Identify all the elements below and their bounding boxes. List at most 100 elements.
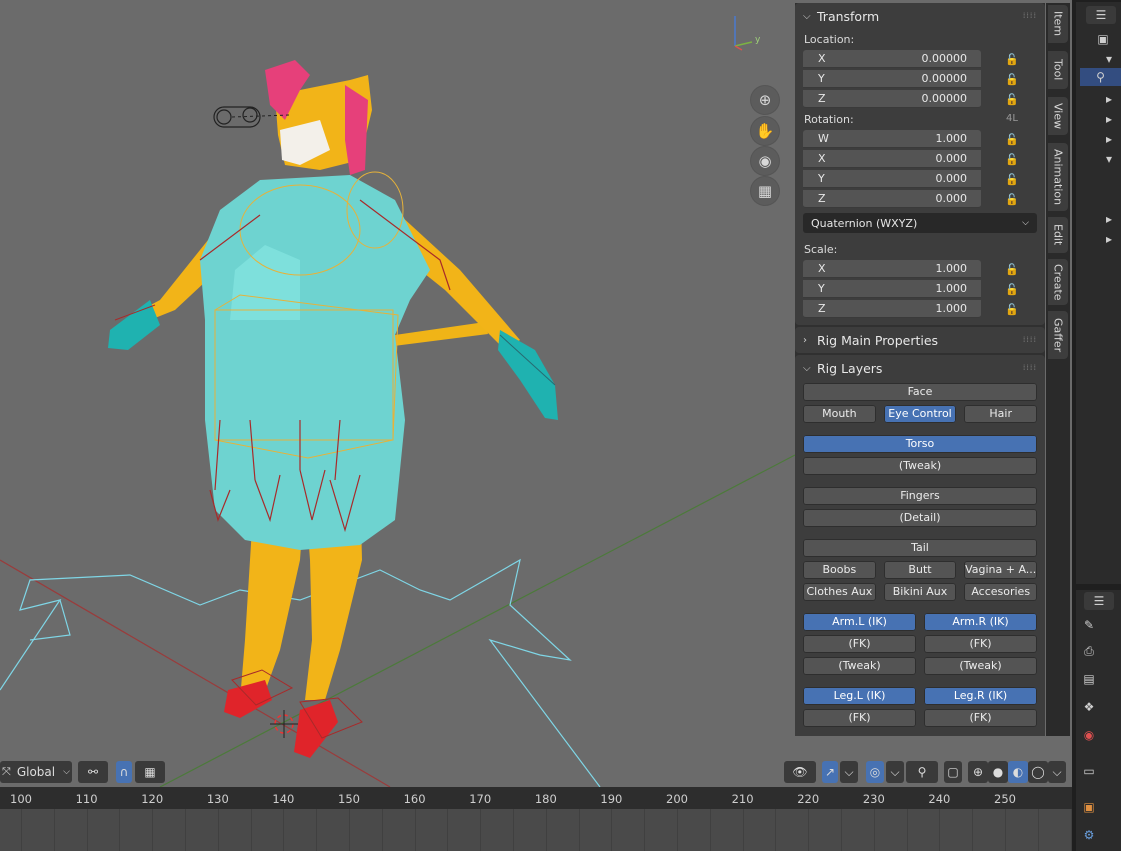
- lock-icon[interactable]: 🔓: [1005, 53, 1023, 66]
- layer-toggle-button[interactable]: Leg.R (IK): [924, 687, 1037, 705]
- rotation-x-field[interactable]: X 0.000: [803, 150, 981, 168]
- rendered-shading-icon[interactable]: ◯: [1028, 761, 1048, 783]
- scale-z-field[interactable]: Z 1.000: [803, 300, 981, 318]
- layer-toggle-button[interactable]: Face: [803, 383, 1037, 401]
- tab-gaffer[interactable]: Gaffer: [1048, 311, 1068, 359]
- layer-toggle-button[interactable]: (FK): [924, 709, 1037, 727]
- rotation-lock-badge[interactable]: 4L: [1006, 113, 1018, 124]
- gizmo-icon[interactable]: ↗: [822, 761, 838, 783]
- visibility-eye-icon[interactable]: 👁: [784, 761, 816, 783]
- wireframe-shading-icon[interactable]: ⊕: [968, 761, 988, 783]
- tab-view[interactable]: View: [1048, 97, 1068, 135]
- layer-toggle-button[interactable]: Eye Control: [883, 405, 957, 423]
- layer-toggle-button[interactable]: Fingers: [803, 487, 1037, 505]
- scale-x-field[interactable]: X 1.000: [803, 260, 981, 278]
- armature-row-icon[interactable]: ⚲: [1080, 68, 1121, 86]
- layer-toggle-button[interactable]: Arm.R (IK): [924, 613, 1037, 631]
- location-z-field[interactable]: Z 0.00000: [803, 90, 981, 108]
- expand-arrow-icon[interactable]: ▸: [1100, 230, 1118, 248]
- layer-toggle-button[interactable]: Vagina + A...: [964, 561, 1038, 579]
- lock-icon[interactable]: 🔓: [1005, 93, 1023, 106]
- rotation-z-field[interactable]: Z 0.000: [803, 190, 981, 208]
- zoom-icon[interactable]: ⊕: [751, 86, 779, 114]
- editor-type-icon[interactable]: ☰: [1086, 6, 1116, 24]
- tab-tool[interactable]: Tool: [1048, 51, 1068, 89]
- layer-toggle-button[interactable]: Accesories: [964, 583, 1038, 601]
- tab-create[interactable]: Create: [1048, 259, 1068, 305]
- properties-area[interactable]: ☰ ✎ ⎙ ▤ ❖ ◉ ▭ ▣ ⚙: [1076, 590, 1121, 851]
- scale-y-field[interactable]: Y 1.000: [803, 280, 981, 298]
- drag-grip-icon[interactable]: ⁞⁞⁞⁞: [1023, 11, 1037, 20]
- view-layer-icon[interactable]: ❖: [1080, 698, 1098, 716]
- transform-header[interactable]: ⌵ Transform ⁞⁞⁞⁞: [795, 3, 1045, 29]
- tab-item[interactable]: Item: [1048, 5, 1068, 43]
- layer-toggle-button[interactable]: Arm.L (IK): [803, 613, 916, 631]
- layer-toggle-button[interactable]: Bikini Aux: [883, 583, 957, 601]
- layer-toggle-button[interactable]: (FK): [803, 635, 916, 653]
- layer-toggle-button[interactable]: Butt: [883, 561, 957, 579]
- snap-grid-icon[interactable]: ▦: [135, 761, 165, 783]
- camera-view-icon[interactable]: ◉: [751, 147, 779, 175]
- layer-toggle-button[interactable]: (FK): [924, 635, 1037, 653]
- render-properties-icon[interactable]: ⎙: [1080, 642, 1098, 660]
- pan-hand-icon[interactable]: ✋: [751, 117, 779, 145]
- lock-icon[interactable]: 🔓: [1005, 303, 1023, 316]
- ortho-grid-icon[interactable]: ▦: [751, 177, 779, 205]
- world-properties-icon[interactable]: ▭: [1080, 762, 1098, 780]
- object-properties-icon[interactable]: ▣: [1080, 798, 1098, 816]
- frame-ruler[interactable]: 100 110 120 130 140 150 160 170 180 190 200 210 220 2…: [0, 787, 1072, 809]
- tab-animation[interactable]: Animation: [1048, 143, 1068, 211]
- layer-toggle-button[interactable]: Clothes Aux: [803, 583, 876, 601]
- transform-orientation-select[interactable]: ⤧ Global ⌵: [0, 761, 72, 783]
- layer-toggle-button[interactable]: (Detail): [803, 509, 1037, 527]
- xray-toggle-icon[interactable]: ▢: [944, 761, 962, 783]
- layer-toggle-button[interactable]: Mouth: [803, 405, 876, 423]
- bone-overlay-icon[interactable]: ⚲: [906, 761, 938, 783]
- solid-shading-icon[interactable]: ●: [988, 761, 1008, 783]
- chevron-down-icon[interactable]: ⌵: [886, 761, 904, 783]
- layer-toggle-button[interactable]: Tail: [803, 539, 1037, 557]
- modifier-properties-icon[interactable]: ⚙: [1080, 826, 1098, 844]
- lock-icon[interactable]: 🔓: [1005, 153, 1023, 166]
- layer-toggle-button[interactable]: (FK): [803, 709, 916, 727]
- expand-arrow-icon[interactable]: ▸: [1100, 110, 1118, 128]
- layer-toggle-button[interactable]: Boobs: [803, 561, 876, 579]
- pivot-point-icon[interactable]: ⚯: [78, 761, 108, 783]
- rig-layers-header[interactable]: ⌵ Rig Layers ⁞⁞⁞⁞: [795, 355, 1045, 381]
- lock-icon[interactable]: 🔓: [1005, 173, 1023, 186]
- drag-grip-icon[interactable]: ⁞⁞⁞⁞: [1023, 363, 1037, 372]
- material-shading-icon[interactable]: ◐: [1008, 761, 1028, 783]
- tab-edit[interactable]: Edit: [1048, 217, 1068, 253]
- layer-toggle-button[interactable]: (Tweak): [803, 457, 1037, 475]
- lock-icon[interactable]: 🔓: [1005, 193, 1023, 206]
- timeline-editor[interactable]: 100 110 120 130 140 150 160 170 180 190 200 210 220 2…: [0, 787, 1072, 851]
- expand-arrow-icon[interactable]: ▸: [1100, 90, 1118, 108]
- rotation-mode-select[interactable]: Quaternion (WXYZ) ⌵: [803, 213, 1037, 233]
- layer-toggle-button[interactable]: (Tweak): [803, 657, 916, 675]
- output-properties-icon[interactable]: ▤: [1080, 670, 1098, 688]
- editor-type-icon[interactable]: ☰: [1084, 592, 1114, 610]
- layer-toggle-button[interactable]: Torso: [803, 435, 1037, 453]
- lock-icon[interactable]: 🔓: [1005, 73, 1023, 86]
- rotation-w-field[interactable]: W 1.000: [803, 130, 981, 148]
- layer-toggle-button[interactable]: Leg.L (IK): [803, 687, 916, 705]
- expand-arrow-icon[interactable]: ▸: [1100, 130, 1118, 148]
- layer-toggle-button[interactable]: (Tweak): [924, 657, 1037, 675]
- drag-grip-icon[interactable]: ⁞⁞⁞⁞: [1023, 335, 1037, 344]
- location-x-field[interactable]: X 0.00000: [803, 50, 981, 68]
- rotation-y-field[interactable]: Y 0.000: [803, 170, 981, 188]
- expand-arrow-icon[interactable]: ▸: [1100, 210, 1118, 228]
- tool-properties-icon[interactable]: ✎: [1080, 616, 1098, 634]
- chevron-down-icon[interactable]: ⌵: [1048, 761, 1066, 783]
- lock-icon[interactable]: 🔓: [1005, 263, 1023, 276]
- expand-arrow-icon[interactable]: ▾: [1100, 150, 1118, 168]
- layer-toggle-button[interactable]: Hair: [964, 405, 1038, 423]
- expand-arrow-icon[interactable]: ▾: [1100, 50, 1118, 68]
- lock-icon[interactable]: 🔓: [1005, 133, 1023, 146]
- rig-main-header[interactable]: › Rig Main Properties ⁞⁞⁞⁞: [795, 327, 1045, 353]
- lock-icon[interactable]: 🔓: [1005, 283, 1023, 296]
- outliner-area[interactable]: ☰ ▣ ⚲ ▾ ▸ ▸ ▸ ▾ ▸ ▸: [1076, 2, 1121, 584]
- scene-properties-icon[interactable]: ◉: [1080, 726, 1098, 744]
- location-y-field[interactable]: Y 0.00000: [803, 70, 981, 88]
- snap-magnet-icon[interactable]: ∩: [116, 761, 132, 783]
